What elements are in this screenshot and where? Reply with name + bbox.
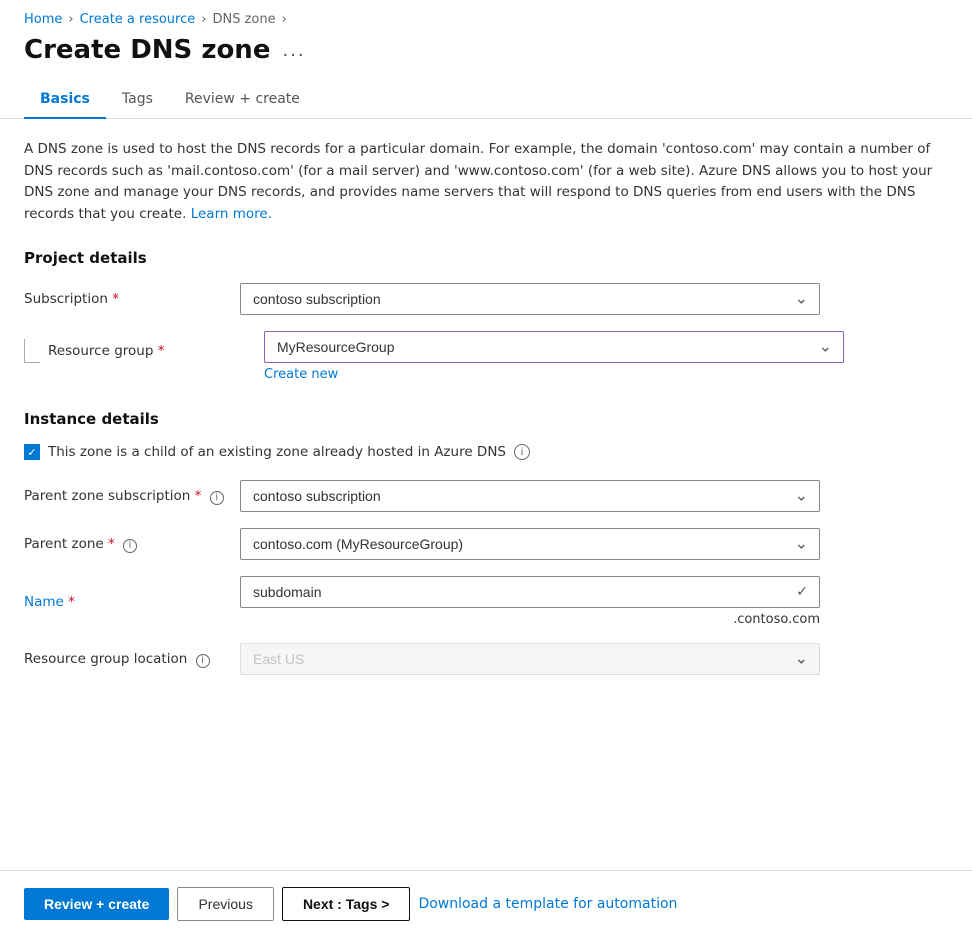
previous-button[interactable]: Previous [177,887,273,921]
download-template-link[interactable]: Download a template for automation [418,896,677,912]
name-row: Name * .contoso.com [24,576,936,627]
ellipsis-button[interactable]: ... [282,40,305,61]
resource-group-location-select: East US [240,643,820,675]
project-details-section: Project details Subscription * contoso s… [24,249,936,382]
page-title: Create DNS zone [24,35,270,65]
name-label: Name * [24,594,224,610]
breadcrumb-create-resource[interactable]: Create a resource [80,12,196,27]
breadcrumb-home[interactable]: Home [24,12,62,27]
parent-zone-subscription-control: contoso subscription [240,480,820,512]
project-details-title: Project details [24,249,936,267]
tab-basics[interactable]: Basics [24,81,106,119]
name-input-wrapper [240,576,820,608]
resource-group-location-label: Resource group location i [24,651,224,668]
parent-zone-required: * [108,536,115,552]
resource-group-location-row: Resource group location i East US [24,643,936,675]
parent-zone-subscription-label: Parent zone subscription * i [24,488,224,505]
subscription-control: contoso subscription [240,283,820,315]
resource-group-label-wrapper: Resource group * [24,331,248,363]
breadcrumb-sep-1: › [68,12,73,27]
page-header: Create DNS zone ... [0,35,972,81]
learn-more-link[interactable]: Learn more. [191,206,272,222]
description-body: A DNS zone is used to host the DNS recor… [24,141,932,222]
parent-zone-info-icon[interactable]: i [123,539,137,553]
instance-details-section: Instance details This zone is a child of… [24,410,936,675]
resource-group-row: Resource group * MyResourceGroup Create … [24,331,936,382]
next-tags-button[interactable]: Next : Tags > [282,887,411,921]
review-create-button[interactable]: Review + create [24,888,169,920]
indent-line [24,339,40,363]
parent-zone-select[interactable]: contoso.com (MyResourceGroup) [240,528,820,560]
resource-group-select[interactable]: MyResourceGroup [264,331,844,363]
subscription-label: Subscription * [24,291,224,307]
name-input[interactable] [240,576,820,608]
resource-group-label: Resource group * [48,343,248,359]
rg-location-info-icon[interactable]: i [196,654,210,668]
domain-suffix: .contoso.com [240,612,820,627]
name-required: * [68,594,75,610]
breadcrumb-dns-zone: DNS zone [212,12,275,27]
resource-group-control: MyResourceGroup Create new [264,331,844,382]
tab-tags[interactable]: Tags [106,81,169,119]
parent-zone-wrapper: contoso.com (MyResourceGroup) [240,528,820,560]
resource-group-location-control: East US [240,643,820,675]
parent-zone-label: Parent zone * i [24,536,224,553]
parent-zone-subscription-row: Parent zone subscription * i contoso sub… [24,480,936,512]
child-zone-checkbox-row: This zone is a child of an existing zone… [24,444,936,460]
child-zone-label: This zone is a child of an existing zone… [48,444,506,460]
parent-zone-sub-required: * [195,488,202,504]
subscription-row: Subscription * contoso subscription [24,283,936,315]
create-new-link[interactable]: Create new [264,367,338,382]
subscription-select-wrapper: contoso subscription [240,283,820,315]
resource-group-select-wrapper: MyResourceGroup [264,331,844,363]
tab-review-create[interactable]: Review + create [169,81,316,119]
instance-details-title: Instance details [24,410,936,428]
form-content: A DNS zone is used to host the DNS recor… [0,139,960,675]
parent-zone-subscription-wrapper: contoso subscription [240,480,820,512]
parent-zone-subscription-select[interactable]: contoso subscription [240,480,820,512]
parent-zone-control: contoso.com (MyResourceGroup) [240,528,820,560]
description-text: A DNS zone is used to host the DNS recor… [24,139,936,225]
name-control: .contoso.com [240,576,820,627]
parent-zone-row: Parent zone * i contoso.com (MyResourceG… [24,528,936,560]
rg-location-wrapper: East US [240,643,820,675]
breadcrumb-sep-3: › [282,12,287,27]
child-zone-info-icon[interactable]: i [514,444,530,460]
child-zone-checkbox[interactable] [24,444,40,460]
breadcrumb: Home › Create a resource › DNS zone › [0,0,972,35]
subscription-select[interactable]: contoso subscription [240,283,820,315]
footer: Review + create Previous Next : Tags > D… [0,870,972,937]
subscription-required: * [112,291,119,307]
breadcrumb-sep-2: › [201,12,206,27]
tab-bar: Basics Tags Review + create [0,81,972,119]
parent-zone-sub-info-icon[interactable]: i [210,491,224,505]
resource-group-required: * [158,343,165,359]
